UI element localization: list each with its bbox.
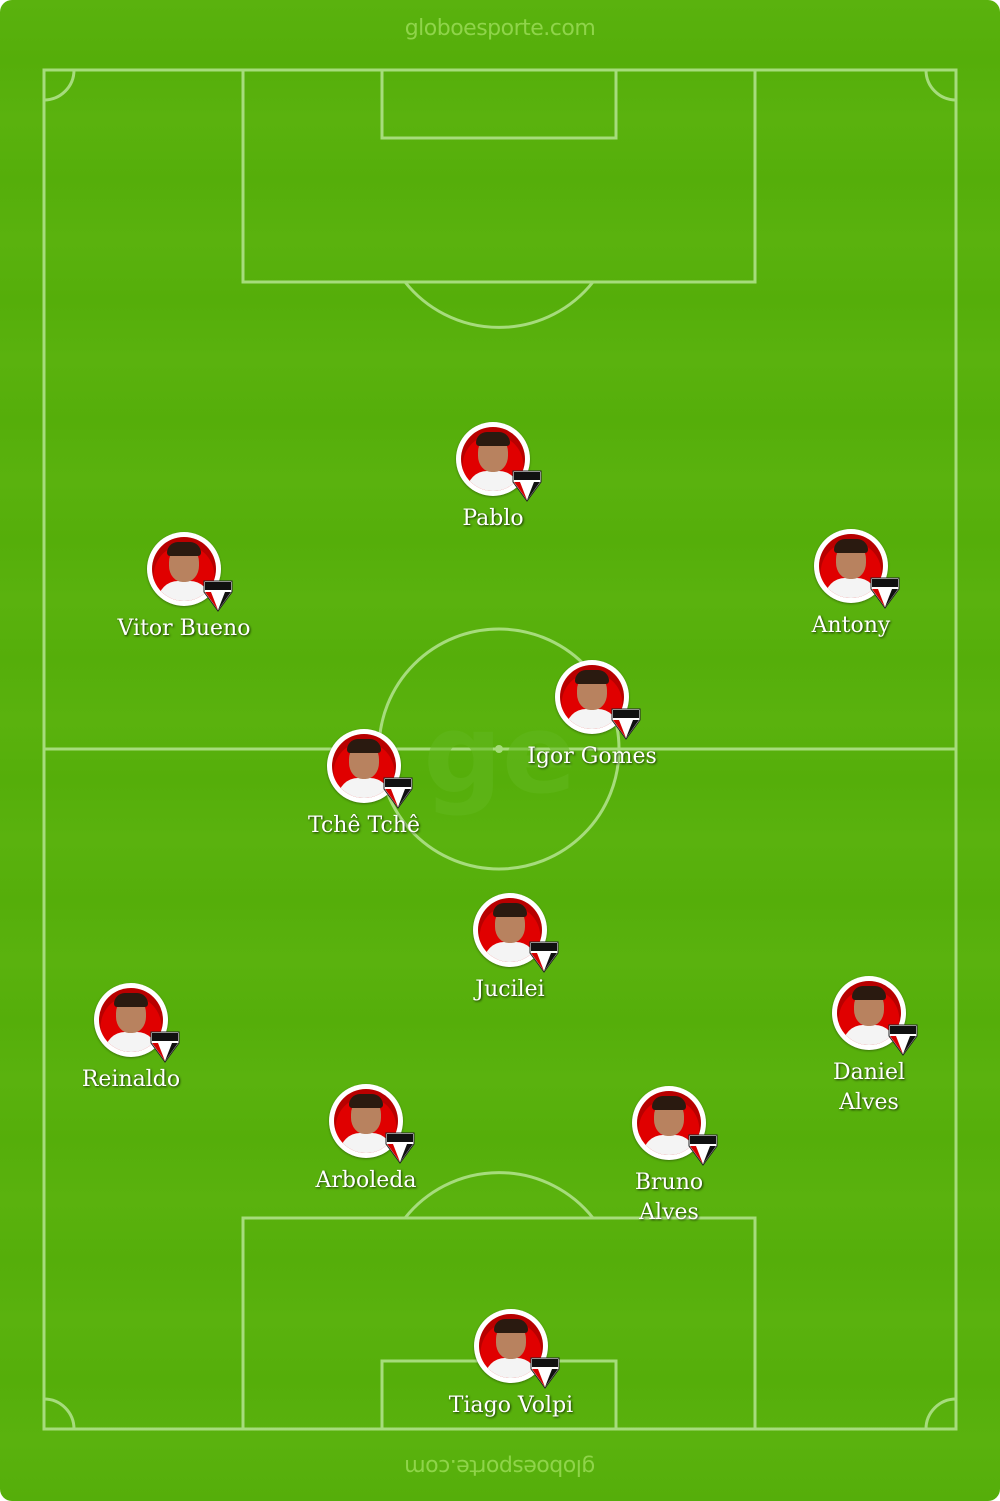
corner-arc-top-left <box>43 69 76 102</box>
club-badge-icon <box>870 577 900 609</box>
player-photo-icon <box>832 976 918 1056</box>
club-badge-icon <box>385 1132 415 1164</box>
player-photo-icon <box>814 529 900 609</box>
club-badge-icon <box>203 580 233 612</box>
player-name: Vitor Bueno <box>117 616 251 641</box>
club-badge-icon <box>530 1357 560 1389</box>
player-vitor-bueno[interactable]: Vitor Bueno <box>64 532 304 644</box>
player-daniel-alves[interactable]: Daniel Alves <box>786 976 952 1118</box>
player-photo-icon <box>555 660 641 740</box>
brand-bottom: globoesporte.com <box>404 1454 596 1479</box>
club-badge-icon <box>383 777 413 809</box>
player-arboleda[interactable]: Arboleda <box>246 1084 486 1196</box>
player-photo-icon <box>327 729 413 809</box>
player-name: Daniel Alves <box>832 1060 905 1115</box>
player-photo-icon <box>329 1084 415 1164</box>
club-badge-icon <box>611 708 641 740</box>
player-photo-icon <box>456 422 542 502</box>
corner-arc-top-right <box>924 69 957 102</box>
corner-arc-bottom-left <box>43 1397 76 1430</box>
player-bruno-alves[interactable]: Bruno Alves <box>586 1086 752 1228</box>
player-antony[interactable]: Antony <box>731 529 971 641</box>
top-penalty-area <box>241 68 757 284</box>
player-name: Pablo <box>462 506 524 531</box>
player-name: Bruno Alves <box>634 1170 704 1225</box>
club-badge-icon <box>888 1024 918 1056</box>
player-photo-icon <box>94 983 180 1063</box>
player-pablo[interactable]: Pablo <box>373 422 613 534</box>
player-tiago-volpi[interactable]: Tiago Volpi <box>391 1309 631 1421</box>
brand-top: globoesporte.com <box>404 16 596 41</box>
club-badge-icon <box>150 1031 180 1063</box>
player-photo-icon <box>474 1309 560 1389</box>
player-name: Tchê Tchê <box>308 813 420 838</box>
player-igor-gomes[interactable]: Igor Gomes <box>472 660 712 772</box>
football-pitch: globoesporte.com globoesporte.com ge Pab… <box>0 0 1000 1501</box>
top-goal-area <box>380 68 618 140</box>
player-name: Jucilei <box>475 977 545 1002</box>
player-photo-icon <box>147 532 233 612</box>
club-badge-icon <box>529 941 559 973</box>
corner-arc-bottom-right <box>924 1397 957 1430</box>
player-photo-icon <box>632 1086 718 1166</box>
player-reinaldo[interactable]: Reinaldo <box>11 983 251 1095</box>
player-name: Igor Gomes <box>527 744 657 769</box>
player-name: Arboleda <box>315 1168 417 1193</box>
player-name: Reinaldo <box>81 1067 181 1092</box>
club-badge-icon <box>688 1134 718 1166</box>
top-penalty-arc <box>403 281 595 329</box>
club-badge-icon <box>512 470 542 502</box>
player-tche-tche[interactable]: Tchê Tchê <box>244 729 484 841</box>
player-jucilei[interactable]: Jucilei <box>390 893 630 1005</box>
player-name: Antony <box>811 613 891 638</box>
player-photo-icon <box>473 893 559 973</box>
player-name: Tiago Volpi <box>448 1393 574 1418</box>
